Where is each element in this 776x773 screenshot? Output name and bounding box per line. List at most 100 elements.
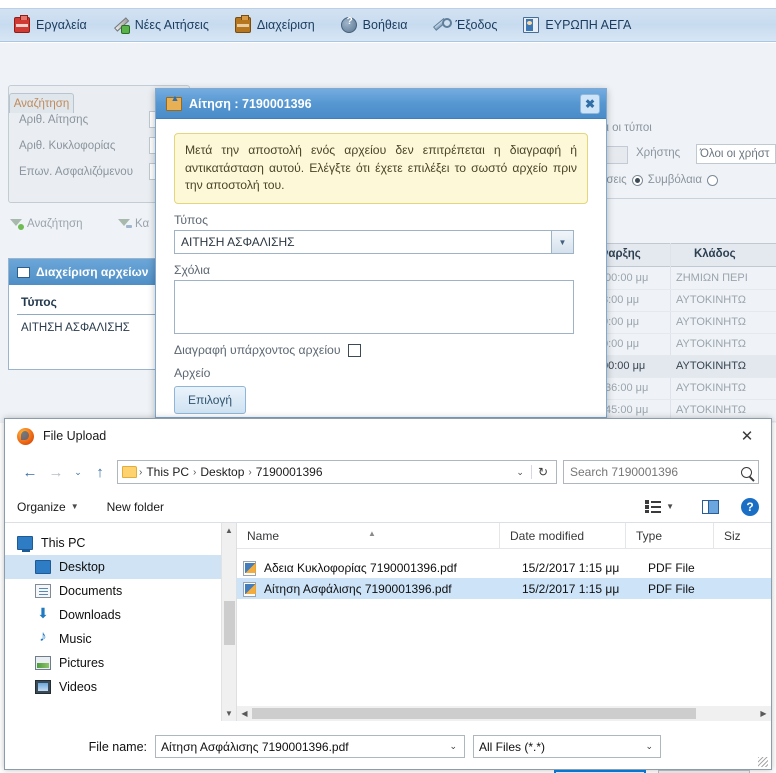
dialog-title: Αίτηση : 7190001396 (189, 96, 312, 111)
table-row[interactable]: :00:00 μμ ΖΗΜΙΩΝ ΠΕΡΙ (600, 268, 776, 290)
breadcrumb-item-this-pc[interactable]: This PC (142, 465, 193, 479)
cell-branch: ΑΥΤΟΚΙΝΗΤΩ (676, 316, 746, 328)
close-icon[interactable]: ✕ (727, 421, 767, 451)
file-row-selected[interactable]: Αίτηση Ασφάλισης 7190001396.pdf 15/2/201… (237, 578, 771, 599)
tree-item-desktop[interactable]: Desktop (5, 555, 236, 579)
toolbar-item-label: Εργαλεία (36, 18, 87, 32)
breadcrumb-item-desktop[interactable]: Desktop (196, 465, 248, 479)
tree-item-music[interactable]: Music (5, 627, 236, 651)
close-icon[interactable]: ✖ (580, 93, 600, 114)
scrollbar-track[interactable] (252, 706, 756, 721)
cell-time: 3:00 μμ (602, 294, 640, 306)
table-row[interactable]: 9:00 μμ ΑΥΤΟΚΙΝΗΤΩ (600, 312, 776, 334)
toolbar-item-label: Διαχείριση (256, 18, 315, 32)
file-type-filter-select[interactable]: All Files (*.*) ⌄ (473, 735, 661, 758)
horizontal-scrollbar[interactable]: ◀ ▶ (237, 706, 771, 721)
new-folder-button[interactable]: New folder (107, 500, 164, 514)
column-header-label: Name (247, 528, 280, 543)
delete-existing-row[interactable]: Διαγραφή υπάρχοντος αρχείου (174, 343, 588, 357)
resize-grip[interactable] (758, 757, 768, 767)
preview-pane-button[interactable] (702, 499, 719, 514)
type-select-value: ΑΙΤΗΣΗ ΑΣΦΑΛΙΣΗΣ (181, 235, 295, 250)
up-button[interactable]: ↑ (87, 459, 113, 485)
type-select[interactable]: ΑΙΤΗΣΗ ΑΣΦΑΛΙΣΗΣ ▼ (174, 230, 574, 255)
table-row[interactable]: 3:00 μμ ΑΥΤΟΚΙΝΗΤΩ (600, 290, 776, 312)
organize-button[interactable]: Organize ▼ (17, 500, 79, 514)
user-select[interactable]: Όλοι οι χρήστ (696, 144, 776, 164)
file-name: Αίτηση Ασφάλισης 7190001396.pdf (264, 581, 452, 596)
cell-time: :00:00 μμ (602, 272, 649, 284)
file-upload-title-bar: File Upload ✕ (5, 419, 771, 453)
search-button[interactable]: Αναζήτηση (10, 212, 83, 236)
chevron-down-icon[interactable]: ⌄ (444, 741, 462, 752)
scrollbar-thumb[interactable] (252, 708, 696, 719)
tab-anazitisi[interactable]: Αναζήτηση (9, 93, 74, 113)
desktop-icon (35, 560, 51, 574)
radio-aitiseis[interactable] (631, 174, 643, 186)
scroll-left-icon[interactable]: ◀ (237, 709, 252, 718)
file-row[interactable]: Αδεια Κυκλοφορίας 7190001396.pdf 15/2/20… (237, 557, 771, 578)
recent-locations-button[interactable]: ⌄ (69, 459, 87, 485)
breadcrumb-item-folder[interactable]: 7190001396 (252, 465, 327, 479)
column-header-date[interactable]: Date modified (500, 522, 626, 549)
delete-existing-checkbox[interactable] (347, 343, 361, 357)
table-row[interactable]: 0:00 μμ ΑΥΤΟΚΙΝΗΤΩ (600, 334, 776, 356)
tree-item-downloads[interactable]: Downloads (5, 603, 236, 627)
file-name: Αδεια Κυκλοφορίας 7190001396.pdf (264, 560, 457, 575)
user-label: Χρήστης (636, 147, 681, 159)
chevron-down-icon[interactable]: ⌄ (509, 467, 531, 478)
radio-right-label: Συμβόλαια (647, 174, 702, 186)
toolbar-item-nees-aitiseis[interactable]: Νέες Αιτήσεις (113, 17, 209, 34)
organize-label: Organize (17, 499, 66, 514)
tree-item-this-pc[interactable]: This PC (5, 531, 236, 555)
radio-symvolaia[interactable] (706, 174, 718, 186)
refresh-icon[interactable]: ↻ (530, 465, 554, 479)
tree-item-videos[interactable]: Videos (5, 675, 236, 699)
cell-time: 9:00 μμ (602, 316, 640, 328)
tree-scrollbar[interactable]: ▲ ▼ (221, 523, 236, 721)
file-name-input[interactable]: Αίτηση Ασφάλισης 7190001396.pdf ⌄ (155, 735, 465, 758)
filter-add-icon (10, 218, 24, 231)
back-button[interactable]: ← (17, 459, 43, 485)
scroll-right-icon[interactable]: ▶ (756, 709, 771, 718)
background-right-fragment: οι οι τύποι Χρήστης Όλοι οι χρήστ ησεις … (600, 118, 776, 422)
toolbar-item-exodos[interactable]: Έξοδος (433, 17, 497, 33)
pdf-file-icon (243, 560, 258, 576)
tree-item-label: This PC (41, 536, 86, 550)
search-input[interactable]: Search 7190001396 (563, 460, 759, 484)
column-header-size[interactable]: Siz (714, 523, 759, 549)
toolbar-item-ergaleia[interactable]: Εργαλεία (14, 15, 87, 33)
tree-item-label: Pictures (59, 656, 105, 670)
chevron-down-icon: ▼ (666, 502, 674, 511)
table-row-selected[interactable]: 00:00 μμ ΑΥΤΟΚΙΝΗΤΩ (600, 356, 776, 378)
toolbar-item-voitheia[interactable]: Βοήθεια (340, 16, 407, 33)
choose-file-button[interactable]: Επιλογή (174, 386, 246, 415)
toolbar-item-company[interactable]: ΕΥΡΩΠΗ ΑΕΓΑ (523, 17, 631, 33)
tree-item-pictures[interactable]: Pictures (5, 651, 236, 675)
scroll-up-icon[interactable]: ▲ (222, 523, 236, 538)
scroll-down-icon[interactable]: ▼ (222, 706, 236, 721)
toolbar-item-diaxeirisi[interactable]: Διαχείριση (234, 15, 315, 33)
clear-filter-button[interactable]: Κα (118, 212, 149, 236)
command-bar: Organize ▼ New folder ▼ ? (5, 491, 771, 523)
delete-existing-label: Διαγραφή υπάρχοντος αρχείου (174, 343, 341, 358)
chevron-down-icon[interactable]: ⌄ (640, 741, 658, 752)
scrollbar-thumb[interactable] (224, 601, 235, 645)
help-icon[interactable]: ? (741, 497, 759, 516)
forward-button: → (48, 463, 64, 481)
breadcrumb[interactable]: › This PC › Desktop › 7190001396 ⌄ ↻ (117, 460, 557, 484)
dialog-title-bar: Αίτηση : 7190001396 ✖ (156, 89, 606, 119)
column-header-type[interactable]: Type (626, 522, 714, 549)
view-options-button[interactable]: ▼ (645, 500, 674, 513)
tree-item-label: Videos (59, 680, 97, 694)
grid-header: ναρξης Κλάδος (600, 243, 776, 267)
tree-item-documents[interactable]: Documents (5, 579, 236, 603)
chevron-down-icon[interactable]: ▼ (551, 231, 573, 254)
pictures-icon (35, 656, 51, 670)
pdf-file-icon (243, 581, 258, 597)
comments-textarea[interactable] (174, 280, 574, 335)
table-row[interactable]: :36:00 μμ ΑΥΤΟΚΙΝΗΤΩ (600, 378, 776, 400)
chevron-down-icon: ▼ (70, 502, 79, 511)
files-management-title: Διαχείριση αρχείων (36, 265, 149, 279)
column-header-name[interactable]: ▲ Name (237, 522, 500, 549)
